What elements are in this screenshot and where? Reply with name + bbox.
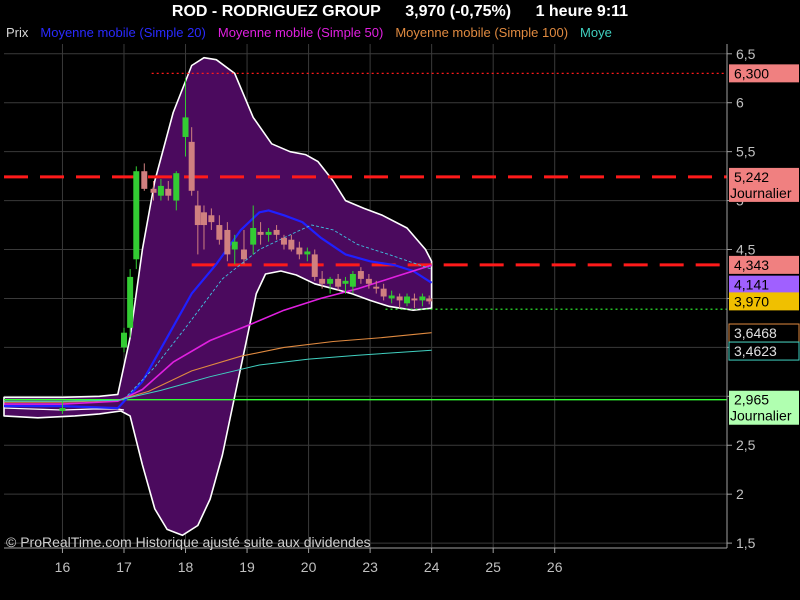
legend-item[interactable]: Moyenne mobile (Simple 50) [218,25,383,40]
watermark: © ProRealTime.com Historique ajusté suit… [6,534,371,550]
candle-body [231,241,238,250]
candle-body [388,295,395,299]
candle-body [150,188,157,193]
candle-body [141,171,148,189]
candle-body [311,254,318,277]
price-label-sub: Journalier [730,408,792,424]
candle-body [349,273,356,287]
candle-body [120,332,127,348]
candle-body [335,278,342,287]
candle-body [194,205,201,226]
candle-body [240,249,247,260]
candle-body [426,298,433,302]
candle-body [173,173,180,201]
legend-item[interactable]: Moyenne mobile (Simple 20) [40,25,205,40]
candle-body [188,141,195,191]
legend-item[interactable]: Prix [6,25,28,40]
candle-body [265,231,272,235]
bollinger-area [3,56,433,537]
candle-body [327,278,334,284]
x-tick-label: 23 [362,559,378,575]
y-tick-label: 1,5 [736,535,756,551]
candle-body [165,188,172,196]
candle-body [273,229,280,235]
x-tick-label: 24 [424,559,440,575]
price-label-text: 4,343 [734,257,769,273]
candle-body [257,231,264,235]
candle-body [319,278,326,284]
x-tick-label: 18 [178,559,194,575]
candle-body [182,117,189,137]
bollinger-band [3,56,433,537]
indicator-legend: Prix Moyenne mobile (Simple 20) Moyenne mo… [6,24,726,44]
candle-body [396,296,403,301]
price-label-sub: Journalier [730,185,792,201]
candle-body [373,286,380,289]
price-label-text: 3,970 [734,293,769,309]
y-tick-label: 4,5 [736,242,756,258]
candle-body [133,171,140,260]
price-label-text: 2,965 [734,392,769,408]
y-tick-label: 6,5 [736,46,756,62]
candle-body [380,288,387,297]
candle-body [411,298,418,301]
legend-item[interactable]: Moyenne mobile (Simple 100) [395,25,568,40]
candle-body [250,227,257,245]
price-label-text: 4,141 [734,277,769,293]
price-chart[interactable]: 1,522,533,544,555,566,516171819202324252… [0,0,800,600]
candle-body [365,278,372,284]
candle-body [127,276,134,328]
x-tick-label: 19 [239,559,255,575]
price-label-text: 6,300 [734,65,769,81]
price-label-text: 3,6468 [734,325,777,341]
x-tick-label: 26 [547,559,563,575]
chart-title: ROD - RODRIGUEZ GROUP 3,970 (-0,75%) 1 h… [0,0,800,24]
legend-item[interactable]: Moye [580,25,612,40]
price-label-text: 5,242 [734,169,769,185]
price-change: 3,970 (-0,75%) [405,3,512,20]
y-tick-label: 2 [736,486,744,502]
symbol-name: ROD - RODRIGUEZ GROUP [171,3,381,20]
candle-body [216,225,223,240]
candle-body [296,247,303,255]
x-tick-label: 25 [485,559,501,575]
timeframe-time: 1 heure 9:11 [535,3,629,20]
candle-body [224,229,231,255]
candle-body [280,237,287,245]
candle-body [157,185,164,196]
y-tick-label: 2,5 [736,437,756,453]
x-tick-label: 17 [116,559,132,575]
candle-body [288,239,295,250]
candle-body [342,280,349,284]
y-tick-label: 5,5 [736,144,756,160]
candle-body [419,296,426,301]
candle-body [200,212,207,226]
x-tick-label: 16 [55,559,71,575]
x-tick-label: 20 [301,559,317,575]
candle-body [304,251,311,255]
y-tick-label: 6 [736,95,744,111]
price-label-text: 3,4623 [734,343,777,359]
candle-body [208,215,215,223]
candle-body [357,271,364,279]
candle-body [404,296,411,304]
axes: 1,522,533,544,555,566,516171819202324252… [4,44,756,575]
candle-body [59,408,66,411]
